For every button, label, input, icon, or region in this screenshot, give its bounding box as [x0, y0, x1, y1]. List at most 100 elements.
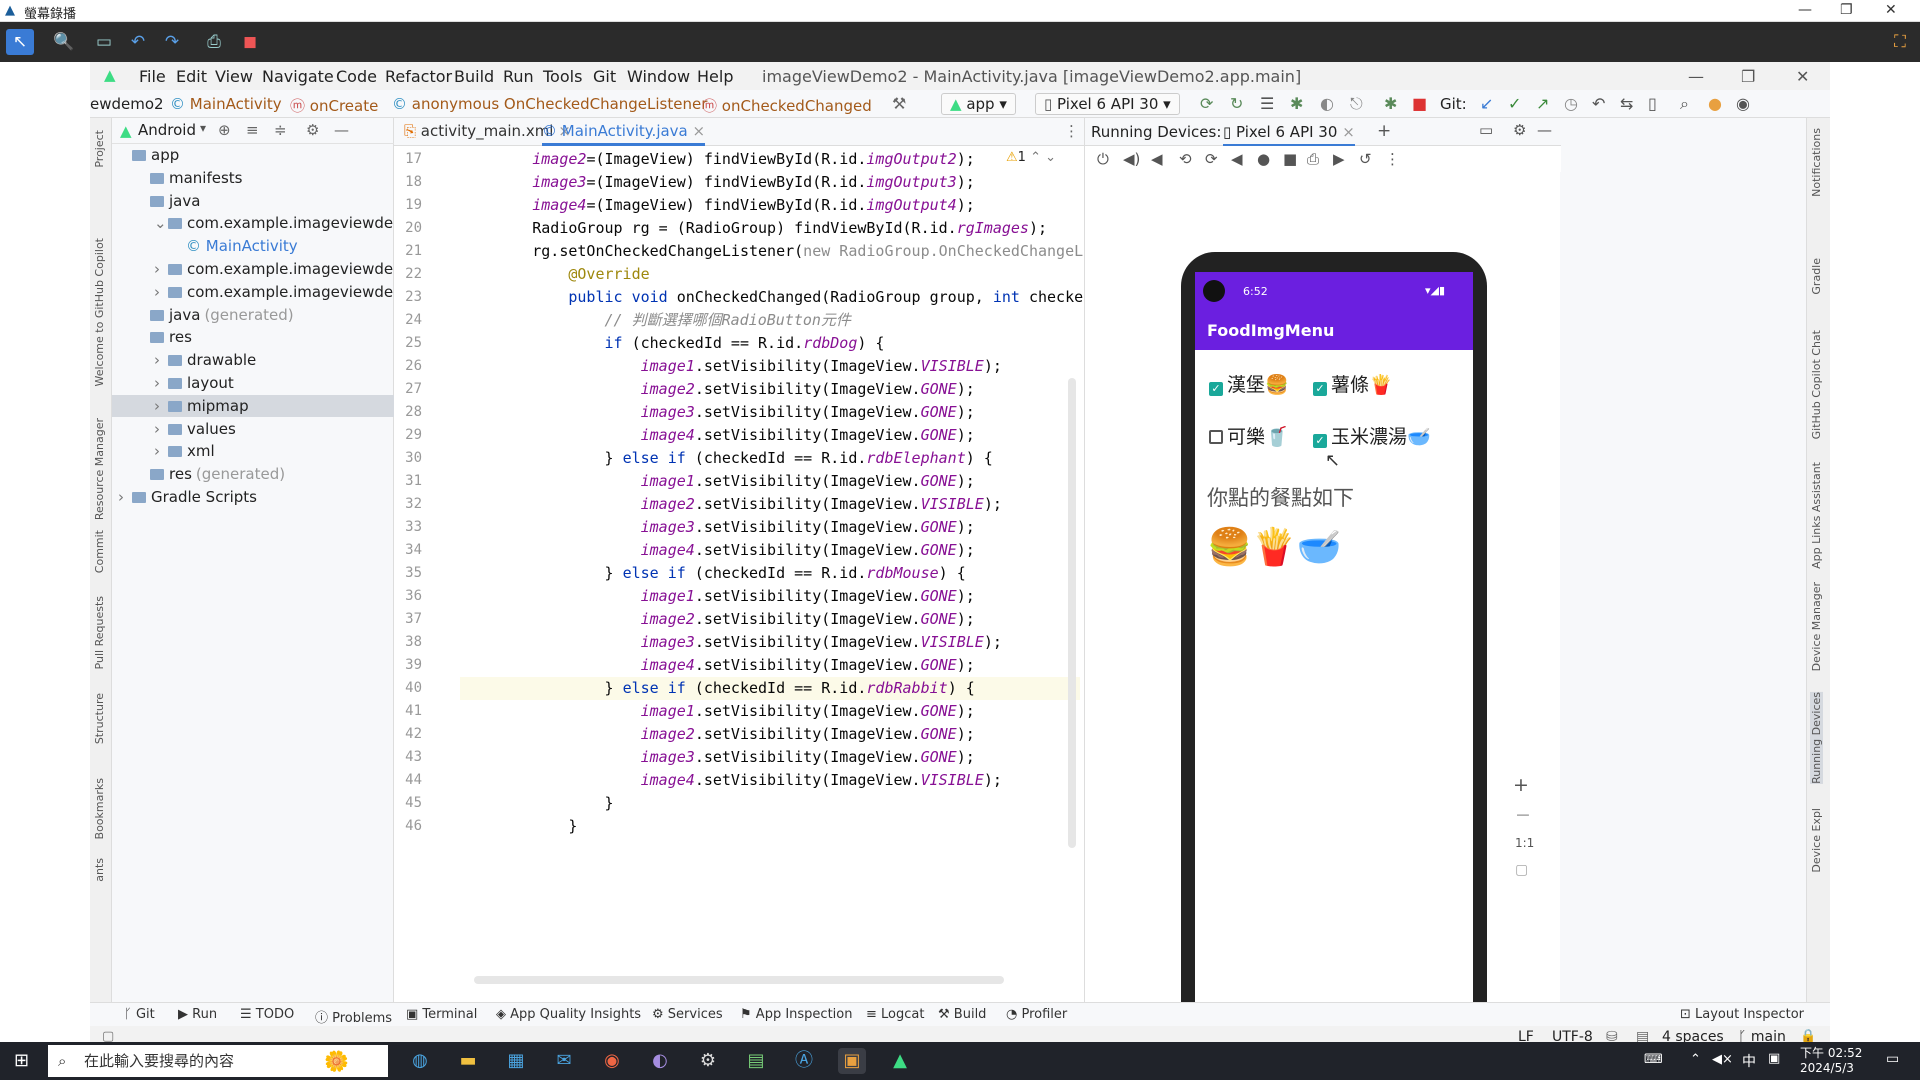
git-push-icon[interactable]: ↗ — [1536, 94, 1549, 113]
tool-layout-inspector[interactable]: ⊡ Layout Inspector — [1680, 1007, 1804, 1022]
expand-arrow-icon[interactable]: › — [154, 281, 168, 303]
tool-build[interactable]: ⚒ Build — [938, 1007, 986, 1022]
code-line[interactable]: rg.setOnCheckedChangeListener(new RadioG… — [460, 240, 1146, 263]
code-line[interactable]: public void onCheckedChanged(RadioGroup … — [460, 286, 1137, 309]
gear-icon[interactable]: ⚙ — [1513, 121, 1526, 139]
code-line[interactable]: image4.setVisibility(ImageView.GONE); — [460, 539, 975, 562]
chrome-icon[interactable]: ◉ — [598, 1048, 626, 1074]
code-line[interactable]: image3=(ImageView) findViewById(R.id.img… — [460, 171, 975, 194]
back-icon[interactable]: ◀ — [1231, 150, 1243, 168]
code-line[interactable]: } else if (checkedId == R.id.rdbRabbit) … — [460, 677, 1080, 700]
menu-view[interactable]: View — [215, 67, 253, 86]
apply-changes-icon[interactable]: ↻ — [1230, 94, 1243, 113]
code-line[interactable]: } — [460, 815, 577, 838]
run-icon[interactable]: ⟳ — [1200, 94, 1213, 113]
redo-icon[interactable]: ↷ — [158, 29, 186, 55]
code-line[interactable]: image4.setVisibility(ImageView.GONE); — [460, 654, 975, 677]
settings-icon[interactable]: ⚙ — [694, 1048, 722, 1074]
device-manager-icon[interactable]: ▯ — [1648, 94, 1657, 113]
android-studio-taskbar-icon[interactable]: ▲ — [886, 1048, 914, 1074]
tool-terminal[interactable]: ▣ Terminal — [406, 1007, 477, 1022]
tool-services[interactable]: ⚙ Services — [652, 1007, 723, 1022]
tree-item[interactable]: ›com.example.imageviewdemo2(a — [112, 258, 446, 280]
more-tabs-icon[interactable]: ⋮ — [1064, 122, 1079, 140]
zoom-actual-icon[interactable]: 1:1 — [1515, 836, 1534, 850]
code-line[interactable]: if (checkedId == R.id.rdbDog) { — [460, 332, 885, 355]
zoom-out-icon[interactable]: − — [1515, 804, 1531, 826]
search-icon[interactable]: ⌕ — [1680, 94, 1689, 114]
tree-item[interactable]: ›com.example.imageviewdemo2(t — [112, 281, 442, 303]
ide-restore-icon[interactable]: ❐ — [1741, 67, 1755, 86]
ime-indicator[interactable]: 中 — [1742, 1051, 1756, 1071]
screen-record-icon[interactable]: ◼ — [236, 29, 264, 55]
rotate-left-icon[interactable]: ⟲ — [1179, 150, 1192, 168]
tree-item[interactable]: › drawable — [112, 349, 394, 371]
breadcrumb-project[interactable]: ewdemo2 — [90, 95, 164, 113]
code-line[interactable]: image4=(ImageView) findViewById(R.id.img… — [460, 194, 975, 217]
zoom-in-icon[interactable]: + — [1513, 774, 1529, 796]
sync-gradle-icon[interactable]: ⇆ — [1620, 94, 1633, 113]
tree-item[interactable]: app — [112, 144, 394, 166]
code-line[interactable]: // 判斷選擇哪個RadioButton元件 — [460, 309, 851, 332]
breadcrumb-anonymous-class[interactable]: © anonymous OnCheckedChangeListener — [392, 95, 707, 113]
zoom-tool-icon[interactable]: 🔍 — [50, 29, 78, 55]
code-line[interactable]: @Override — [460, 263, 649, 286]
screen-record-icon[interactable]: ▶ — [1333, 150, 1345, 168]
tree-item[interactable]: java — [112, 190, 394, 212]
code-line[interactable]: } — [460, 792, 613, 815]
ide-close-icon[interactable]: ✕ — [1796, 67, 1809, 86]
git-history-icon[interactable]: ◷ — [1564, 94, 1578, 113]
expand-arrow-icon[interactable]: › — [154, 258, 168, 280]
menu-run[interactable]: Run — [503, 67, 534, 86]
tree-item[interactable]: › layout — [112, 372, 394, 394]
code-line[interactable]: RadioGroup rg = (RadioGroup) findViewByI… — [460, 217, 1047, 240]
checkbox-hamburger[interactable]: ✓ 漢堡🍔 — [1209, 370, 1289, 397]
tool-pull-requests[interactable]: Pull Requests — [93, 596, 106, 669]
code-line[interactable]: image2.setVisibility(ImageView.GONE); — [460, 723, 975, 746]
bug-icon[interactable]: ✱ — [1384, 94, 1397, 113]
fullscreen-icon[interactable]: ⛶ — [1886, 29, 1914, 55]
tree-item[interactable]: res (generated) — [112, 463, 394, 485]
ide-minimize-icon[interactable]: — — [1688, 67, 1704, 86]
checkbox-fries[interactable]: ✓ 薯條🍟 — [1313, 370, 1393, 397]
expand-arrow-icon[interactable]: › — [154, 372, 168, 394]
github-icon[interactable]: ◐ — [646, 1048, 674, 1074]
close-tab-icon[interactable]: × — [693, 122, 706, 140]
volume-up-icon[interactable]: ◀) — [1123, 150, 1140, 168]
tool-project[interactable]: Project — [93, 130, 106, 168]
tool-profiler[interactable]: ◔ Profiler — [1006, 1007, 1067, 1022]
keyboard-icon[interactable]: ⌨ — [1644, 1052, 1663, 1067]
code-area[interactable]: 17 image2=(ImageView) findViewById(R.id.… — [394, 146, 1146, 976]
tool-git[interactable]: ᚴ Git — [124, 1007, 155, 1022]
code-line[interactable]: image1.setVisibility(ImageView.VISIBLE); — [460, 355, 1002, 378]
hide-panel-icon[interactable]: — — [1537, 121, 1552, 139]
file-explorer-icon[interactable]: ▬ — [454, 1048, 482, 1074]
hammer-icon[interactable]: ⚒ — [892, 94, 906, 113]
git-commit-icon[interactable]: ✓ — [1508, 94, 1521, 113]
monitor-icon[interactable]: ▭ — [90, 29, 118, 55]
debug-icon[interactable]: ✱ — [1290, 94, 1303, 113]
git-update-icon[interactable]: ↙ — [1480, 94, 1493, 113]
menu-refactor[interactable]: Refactor — [385, 67, 452, 86]
select-tool-icon[interactable]: ↖ — [6, 29, 34, 55]
project-view-select[interactable]: Android — [138, 121, 196, 139]
hide-panel-icon[interactable]: — — [334, 121, 349, 139]
tree-item[interactable]: res — [112, 326, 394, 348]
code-line[interactable]: image1.setVisibility(ImageView.GONE); — [460, 470, 975, 493]
code-line[interactable]: image3.setVisibility(ImageView.VISIBLE); — [460, 631, 1002, 654]
breadcrumb-callback[interactable]: ⓜ onCheckedChanged — [702, 95, 872, 116]
tool-device-manager[interactable]: Device Manager — [1810, 582, 1823, 671]
taskbar-date[interactable]: 2024/5/3 — [1800, 1061, 1854, 1075]
menu-navigate[interactable]: Navigate — [262, 67, 334, 86]
tool-gradle[interactable]: Gradle — [1810, 258, 1823, 295]
menu-build[interactable]: Build — [454, 67, 494, 86]
code-line[interactable]: } else if (checkedId == R.id.rdbElephant… — [460, 447, 992, 470]
code-line[interactable]: image2.setVisibility(ImageView.GONE); — [460, 608, 975, 631]
editor-horizontal-scrollbar[interactable] — [474, 976, 1004, 984]
windows-start-icon[interactable]: ⊞ — [14, 1050, 29, 1071]
tool-resource-manager[interactable]: Resource Manager — [93, 418, 106, 520]
tool-running-devices[interactable]: Running Devices — [1810, 692, 1823, 784]
tree-item[interactable]: manifests — [112, 167, 394, 189]
close-tab-icon[interactable]: × — [1342, 123, 1355, 141]
edge-icon[interactable]: ◍ — [406, 1048, 434, 1074]
